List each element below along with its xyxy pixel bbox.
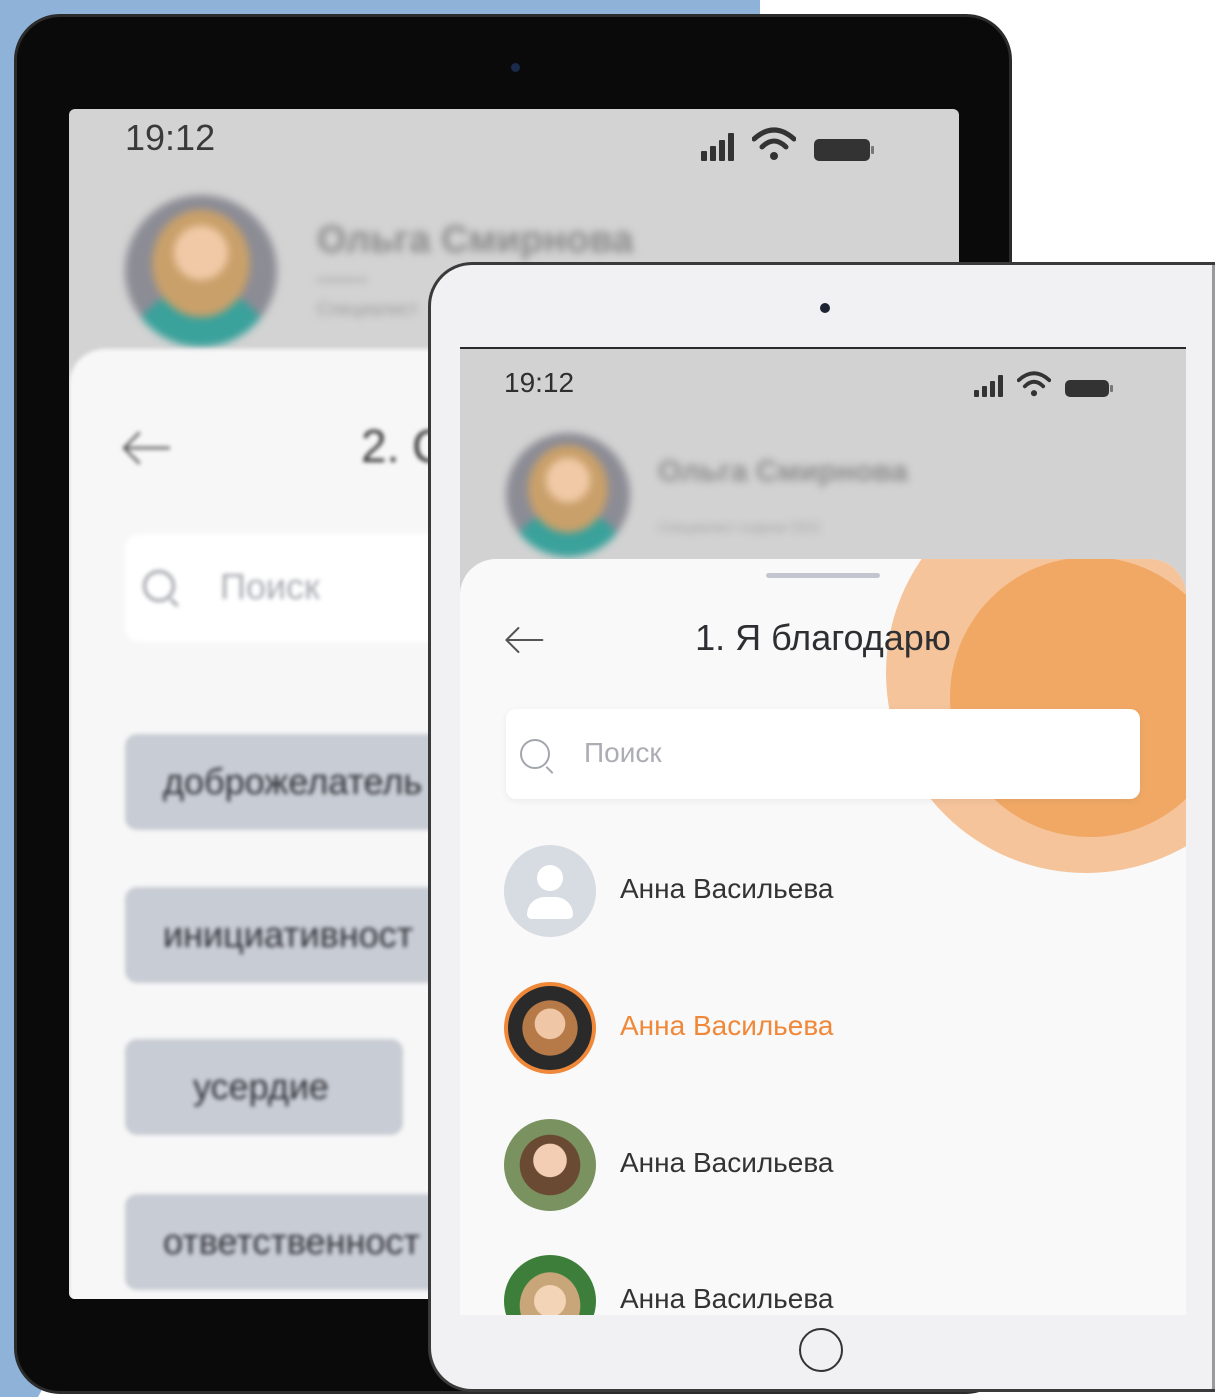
- signal-icon: [701, 133, 734, 161]
- contact-item-selected[interactable]: Анна Васильева: [504, 982, 1144, 1074]
- profile-avatar: [506, 433, 630, 557]
- status-icons: [701, 127, 874, 161]
- sheet-drag-handle[interactable]: [766, 573, 880, 578]
- profile-avatar: [125, 195, 277, 347]
- profile-name: Ольга Смирнова: [317, 219, 634, 261]
- divider: [317, 279, 367, 281]
- search-icon: [143, 570, 175, 602]
- search-placeholder: Поиск: [584, 737, 662, 768]
- contact-name: Анна Васильева: [620, 1010, 834, 1041]
- status-time: 19:12: [125, 117, 216, 158]
- avatar: [504, 1255, 596, 1315]
- profile-name: Ольга Смирнова: [658, 455, 908, 488]
- contact-name: Анна Васильева: [620, 1147, 834, 1178]
- sheet-title: 1. Я благодарю: [695, 617, 951, 658]
- signal-icon: [974, 375, 1003, 397]
- contact-name: Анна Васильева: [620, 1283, 834, 1314]
- battery-icon: [814, 139, 874, 161]
- front-tablet-screen: 19:12 Ольга Смирнова Специалист отдела C…: [460, 347, 1186, 1315]
- search-icon: [520, 739, 550, 769]
- contact-item[interactable]: Анна Васильева: [504, 845, 1144, 937]
- avatar: [504, 982, 596, 1074]
- profile-role: Специалист отдела CEO: [658, 519, 820, 535]
- wifi-icon: [1017, 371, 1051, 397]
- screen-edge: [460, 347, 1186, 349]
- back-arrow-icon[interactable]: [121, 431, 171, 465]
- recipient-sheet: 1. Я благодарю Поиск Анна Васильева Анна…: [460, 559, 1186, 1315]
- search-input[interactable]: Поиск: [506, 709, 1140, 799]
- user-placeholder-icon: [504, 845, 596, 937]
- camera-icon: [511, 63, 520, 72]
- contact-item[interactable]: Анна Васильева: [504, 1255, 1144, 1315]
- search-placeholder: Поиск: [220, 566, 320, 607]
- front-tablet-frame: 19:12 Ольга Смирнова Специалист отдела C…: [428, 262, 1215, 1392]
- chip-quality[interactable]: усердие: [125, 1039, 403, 1135]
- contact-name: Анна Васильева: [620, 873, 834, 904]
- status-icons: [974, 371, 1113, 397]
- battery-icon: [1065, 380, 1113, 397]
- profile-role: Специалист: [317, 299, 418, 319]
- avatar: [504, 1119, 596, 1211]
- status-time: 19:12: [504, 367, 575, 398]
- wifi-icon: [752, 127, 796, 160]
- camera-icon: [820, 303, 830, 313]
- home-button[interactable]: [799, 1328, 843, 1372]
- contact-item[interactable]: Анна Васильева: [504, 1119, 1144, 1211]
